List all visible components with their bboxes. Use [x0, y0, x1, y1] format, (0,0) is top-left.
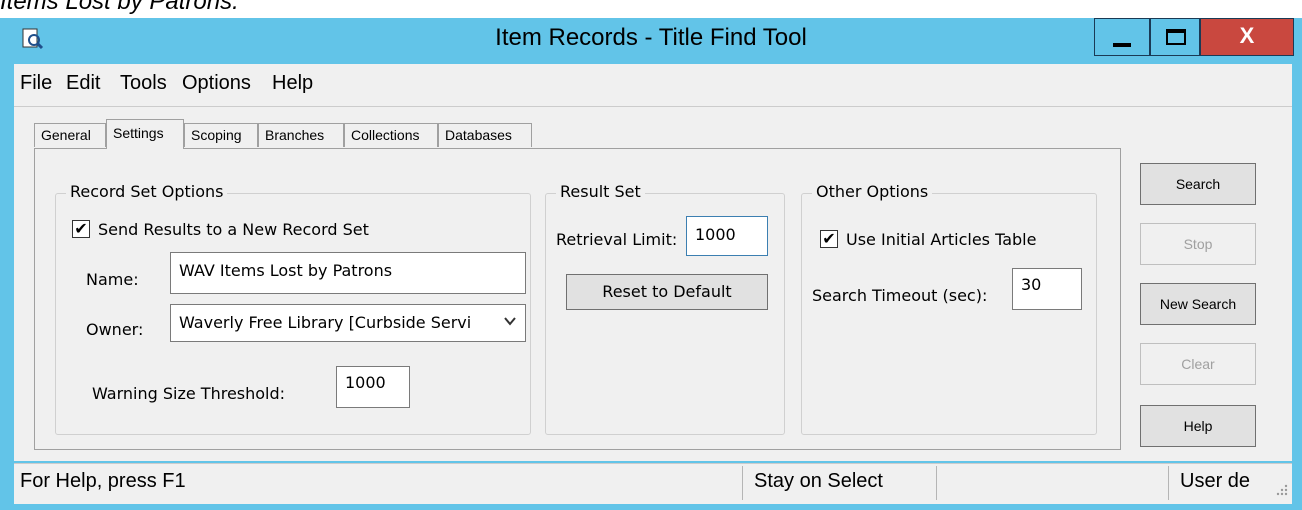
- initial-articles-label: Use Initial Articles Table: [846, 230, 1037, 249]
- dialog-body: General Settings Scoping Branches Collec…: [14, 107, 1292, 461]
- other-options-group: Other Options ✔ Use Initial Articles Tab…: [801, 182, 1097, 435]
- search-button[interactable]: Search: [1140, 163, 1256, 205]
- tab-databases[interactable]: Databases: [438, 123, 532, 147]
- send-results-checkbox[interactable]: ✔: [72, 220, 90, 238]
- search-timeout-input[interactable]: 30: [1012, 268, 1082, 310]
- status-separator: [936, 466, 937, 500]
- document-caption: Items Lost by Patrons.: [0, 0, 239, 15]
- minimize-icon: [1113, 43, 1131, 47]
- name-label: Name:: [86, 270, 139, 289]
- search-timeout-label: Search Timeout (sec):: [812, 286, 988, 305]
- initial-articles-checkbox[interactable]: ✔: [820, 230, 838, 248]
- tab-collections[interactable]: Collections: [344, 123, 438, 147]
- result-set-group: Result Set Retrieval Limit: 1000 Reset t…: [545, 182, 785, 435]
- menu-help[interactable]: Help: [272, 72, 313, 95]
- tab-scoping[interactable]: Scoping: [184, 123, 258, 147]
- menu-file[interactable]: File: [20, 72, 52, 95]
- owner-label: Owner:: [86, 320, 144, 339]
- status-mode: Stay on Select: [754, 470, 883, 492]
- retrieval-limit-input[interactable]: 1000: [686, 216, 768, 256]
- status-separator: [1168, 466, 1169, 500]
- chevron-down-icon: [503, 313, 517, 332]
- name-input[interactable]: WAV Items Lost by Patrons: [170, 252, 526, 294]
- resize-grip-icon[interactable]: [1274, 481, 1288, 500]
- tab-settings[interactable]: Settings: [106, 119, 184, 149]
- stop-button[interactable]: Stop: [1140, 223, 1256, 265]
- owner-value: Waverly Free Library [Curbside Servi: [179, 313, 472, 332]
- checkmark-icon: ✔: [822, 229, 836, 248]
- minimize-button[interactable]: [1094, 18, 1150, 56]
- maximize-icon: [1166, 29, 1186, 45]
- help-button[interactable]: Help: [1140, 405, 1256, 447]
- menu-tools[interactable]: Tools: [120, 72, 167, 95]
- status-bar: For Help, press F1 Stay on Select User d…: [14, 463, 1292, 504]
- close-button[interactable]: X: [1200, 18, 1294, 56]
- reset-to-default-button[interactable]: Reset to Default: [566, 274, 768, 310]
- owner-select[interactable]: Waverly Free Library [Curbside Servi: [170, 304, 526, 342]
- retrieval-limit-label: Retrieval Limit:: [556, 230, 678, 249]
- settings-panel: Record Set Options ✔ Send Results to a N…: [34, 148, 1121, 450]
- main-window: Item Records - Title Find Tool X File Ed…: [0, 18, 1302, 510]
- status-user: User de: [1180, 470, 1251, 492]
- title-bar[interactable]: Item Records - Title Find Tool X: [0, 18, 1302, 64]
- send-results-label: Send Results to a New Record Set: [98, 220, 369, 239]
- warning-threshold-label: Warning Size Threshold:: [92, 384, 286, 403]
- tab-branches[interactable]: Branches: [258, 123, 344, 147]
- maximize-button[interactable]: [1150, 18, 1200, 56]
- group-title: Other Options: [812, 182, 933, 201]
- tab-general[interactable]: General: [34, 123, 106, 147]
- group-title: Record Set Options: [66, 182, 228, 201]
- clear-button[interactable]: Clear: [1140, 343, 1256, 385]
- status-help-text: For Help, press F1: [20, 470, 186, 492]
- checkmark-icon: ✔: [74, 219, 88, 238]
- warning-threshold-input[interactable]: 1000: [336, 366, 410, 408]
- close-icon: X: [1239, 23, 1255, 48]
- new-search-button[interactable]: New Search: [1140, 283, 1256, 325]
- menu-edit[interactable]: Edit: [66, 72, 100, 95]
- status-separator: [742, 466, 743, 500]
- menu-options[interactable]: Options: [182, 72, 251, 95]
- group-title: Result Set: [556, 182, 645, 201]
- menu-bar: File Edit Tools Options Help: [14, 64, 1292, 107]
- record-set-options-group: Record Set Options ✔ Send Results to a N…: [55, 182, 531, 435]
